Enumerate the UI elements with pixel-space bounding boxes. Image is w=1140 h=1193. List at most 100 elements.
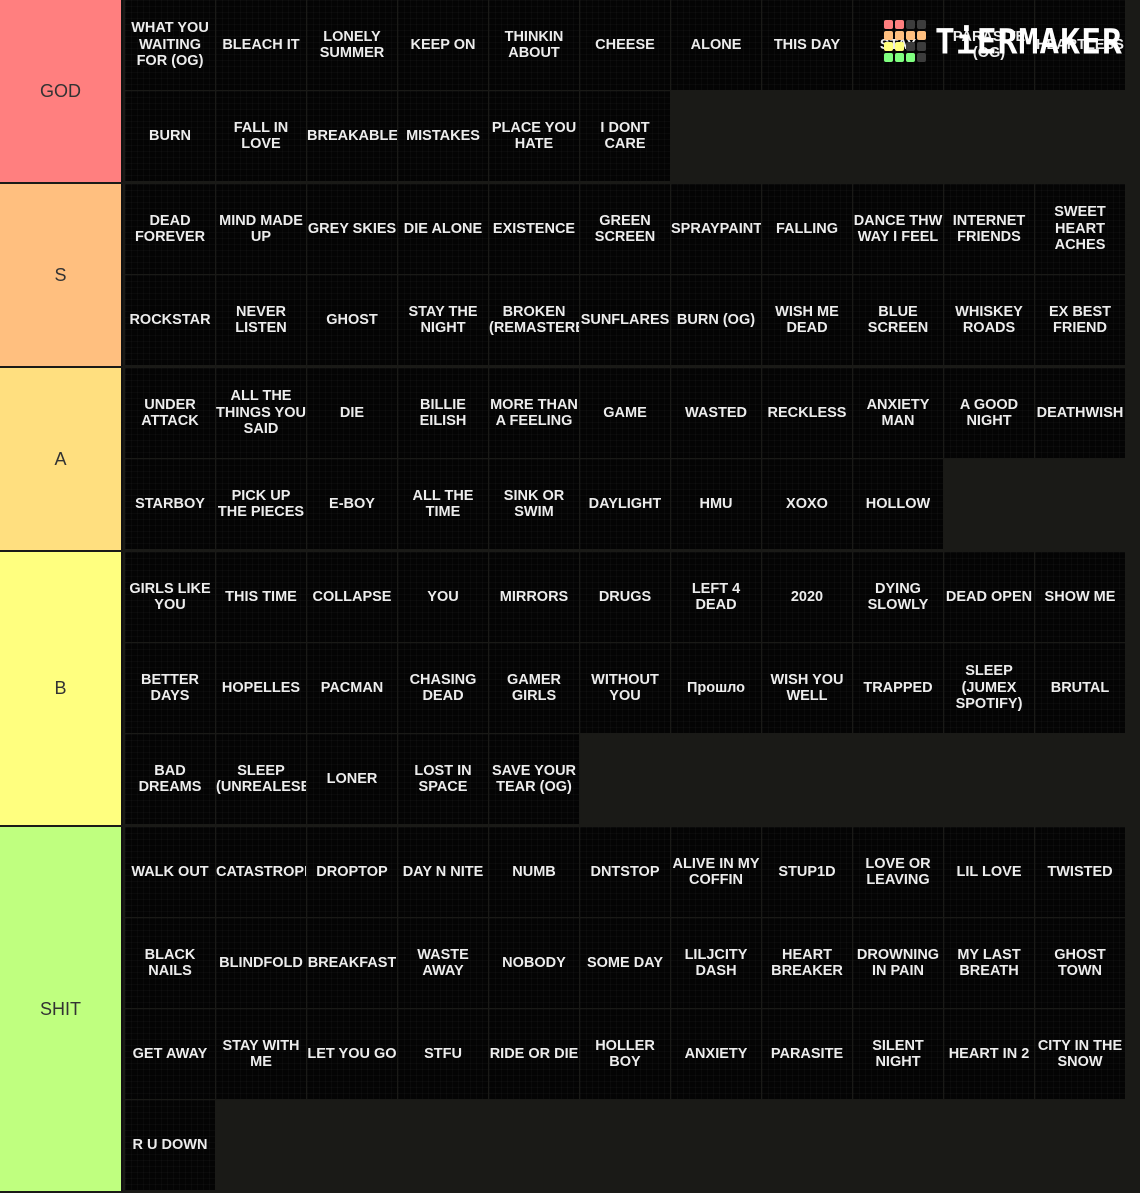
tier-item-card[interactable]: BLACK NAILS: [125, 918, 215, 1008]
tier-item-card[interactable]: THIS TIME: [216, 552, 306, 642]
tier-item-card[interactable]: ALL THE TIME: [398, 459, 488, 549]
tier-item-card[interactable]: WHAT YOU WAITING FOR (OG): [125, 0, 215, 90]
tier-item-card[interactable]: E-BOY: [307, 459, 397, 549]
tier-item-card[interactable]: BREAKFAST: [307, 918, 397, 1008]
tier-items-dropzone[interactable]: GIRLS LIKE YOU THIS TIME COLLAPSE YOU MIRROR…: [123, 552, 1140, 825]
tier-item-card[interactable]: STUP1D: [762, 827, 852, 917]
tier-item-card[interactable]: DROWNING IN PAIN: [853, 918, 943, 1008]
tier-item-card[interactable]: BILLIE EILISH: [398, 368, 488, 458]
tier-item-card[interactable]: SHOW ME: [1035, 552, 1125, 642]
tier-item-card[interactable]: MIND MADE UP: [216, 184, 306, 274]
tier-item-card[interactable]: PLACE YOU HATE: [489, 91, 579, 181]
tier-items-dropzone[interactable]: DEAD FOREVER MIND MADE UP GREY SKIES DIE AL…: [123, 184, 1140, 366]
tier-item-card[interactable]: WISH YOU WELL: [762, 643, 852, 733]
tier-item-card[interactable]: LOST IN SPACE: [398, 734, 488, 824]
tier-item-card[interactable]: STAY THE NIGHT: [398, 275, 488, 365]
tier-item-card[interactable]: DEAD OPEN: [944, 552, 1034, 642]
tier-item-card[interactable]: EX BEST FRIEND: [1035, 275, 1125, 365]
tier-item-card[interactable]: ALIVE IN MY COFFIN: [671, 827, 761, 917]
tier-item-card[interactable]: HOPELLES: [216, 643, 306, 733]
tier-item-card[interactable]: TWISTED: [1035, 827, 1125, 917]
tier-item-card[interactable]: HOLLOW: [853, 459, 943, 549]
tier-item-card[interactable]: BLINDFOLD: [216, 918, 306, 1008]
tier-item-card[interactable]: DIE ALONE: [398, 184, 488, 274]
tier-item-card[interactable]: GAMER GIRLS: [489, 643, 579, 733]
tier-item-card[interactable]: DAY N NITE: [398, 827, 488, 917]
tier-item-card[interactable]: RECKLESS: [762, 368, 852, 458]
tier-item-card[interactable]: BREAKABLE: [307, 91, 397, 181]
tier-item-card[interactable]: HEART BREAKER: [762, 918, 852, 1008]
tier-item-card[interactable]: DEATHWISH: [1035, 368, 1125, 458]
tier-item-card[interactable]: GHOST: [307, 275, 397, 365]
tier-item-card[interactable]: A GOOD NIGHT: [944, 368, 1034, 458]
tier-item-card[interactable]: MIRRORS: [489, 552, 579, 642]
tier-item-card[interactable]: SUNFLARES: [580, 275, 670, 365]
tier-item-card[interactable]: UNDER ATTACK: [125, 368, 215, 458]
tier-item-card[interactable]: NUMB: [489, 827, 579, 917]
tier-item-card[interactable]: DIE: [307, 368, 397, 458]
tier-item-card[interactable]: ALL THE THINGS YOU SAID: [216, 368, 306, 458]
tier-item-card[interactable]: NOBODY: [489, 918, 579, 1008]
tier-item-card[interactable]: GREEN SCREEN: [580, 184, 670, 274]
tier-item-card[interactable]: BLEACH IT: [216, 0, 306, 90]
tier-item-card[interactable]: CATASTROPHE: [216, 827, 306, 917]
tier-item-card[interactable]: SWEET HEART ACHES: [1035, 184, 1125, 274]
tier-item-card[interactable]: DAYLIGHT: [580, 459, 670, 549]
tier-item-card[interactable]: KEEP ON: [398, 0, 488, 90]
tier-item-card[interactable]: ALONE: [671, 0, 761, 90]
tier-item-card[interactable]: SOME DAY: [580, 918, 670, 1008]
tier-item-card[interactable]: MORE THAN A FEELING: [489, 368, 579, 458]
tier-item-card[interactable]: HEART IN 2: [944, 1009, 1034, 1099]
tier-item-card[interactable]: WASTE AWAY: [398, 918, 488, 1008]
tier-item-card[interactable]: BETTER DAYS: [125, 643, 215, 733]
tier-item-card[interactable]: SINK OR SWIM: [489, 459, 579, 549]
tier-item-card[interactable]: GIRLS LIKE YOU: [125, 552, 215, 642]
tier-item-card[interactable]: THINKIN ABOUT: [489, 0, 579, 90]
tier-item-card[interactable]: STAY WITH ME: [216, 1009, 306, 1099]
tier-item-card[interactable]: BURN (OG): [671, 275, 761, 365]
tier-item-card[interactable]: YOU: [398, 552, 488, 642]
tier-item-card[interactable]: EXISTENCE: [489, 184, 579, 274]
tier-item-card[interactable]: BAD DREAMS: [125, 734, 215, 824]
tier-item-card[interactable]: WHISKEY ROADS: [944, 275, 1034, 365]
tier-item-card[interactable]: NEVER LISTEN: [216, 275, 306, 365]
tier-item-card[interactable]: CHASING DEAD: [398, 643, 488, 733]
tier-item-card[interactable]: FALL IN LOVE: [216, 91, 306, 181]
tier-item-card[interactable]: HOLLER BOY: [580, 1009, 670, 1099]
tier-item-card[interactable]: DEAD FOREVER: [125, 184, 215, 274]
tier-item-card[interactable]: HMU: [671, 459, 761, 549]
tier-item-card[interactable]: STFU: [398, 1009, 488, 1099]
tier-item-card[interactable]: WALK OUT: [125, 827, 215, 917]
tier-item-card[interactable]: GREY SKIES: [307, 184, 397, 274]
tier-item-card[interactable]: SILENT NIGHT: [853, 1009, 943, 1099]
tier-item-card[interactable]: LEFT 4 DEAD: [671, 552, 761, 642]
tier-item-card[interactable]: SAVE YOUR TEAR (OG): [489, 734, 579, 824]
tier-item-card[interactable]: ANXIETY MAN: [853, 368, 943, 458]
tier-item-card[interactable]: DRUGS: [580, 552, 670, 642]
tier-item-card[interactable]: COLLAPSE: [307, 552, 397, 642]
tier-item-card[interactable]: ANXIETY: [671, 1009, 761, 1099]
tier-item-card[interactable]: WASTED: [671, 368, 761, 458]
tier-item-card[interactable]: LONELY SUMMER: [307, 0, 397, 90]
tier-item-card[interactable]: BROKEN (REMASTERED): [489, 275, 579, 365]
tier-item-card[interactable]: R U DOWN: [125, 1100, 215, 1190]
tier-item-card[interactable]: INTERNET FRIENDS: [944, 184, 1034, 274]
tier-items-dropzone[interactable]: WALK OUT CATASTROPHE DROPTOP DAY N NITE NUMB…: [123, 827, 1140, 1191]
tier-item-card[interactable]: STARBOY: [125, 459, 215, 549]
tier-item-card[interactable]: SLEEP (UNREALESED): [216, 734, 306, 824]
tier-item-card[interactable]: SPRAYPAINT: [671, 184, 761, 274]
tier-item-card[interactable]: DNTSTOP: [580, 827, 670, 917]
tier-item-card[interactable]: BRUTAL: [1035, 643, 1125, 733]
tier-item-card[interactable]: SLEEP (JUMEX SPOTIFY): [944, 643, 1034, 733]
tier-item-card[interactable]: DANCE THW WAY I FEEL: [853, 184, 943, 274]
tier-item-card[interactable]: LONER: [307, 734, 397, 824]
tier-item-card[interactable]: GET AWAY: [125, 1009, 215, 1099]
tier-item-card[interactable]: RIDE OR DIE: [489, 1009, 579, 1099]
tier-item-card[interactable]: I DONT CARE: [580, 91, 670, 181]
tier-item-card[interactable]: PICK UP THE PIECES: [216, 459, 306, 549]
tier-item-card[interactable]: Прошло: [671, 643, 761, 733]
tier-item-card[interactable]: WITHOUT YOU: [580, 643, 670, 733]
tier-item-card[interactable]: GAME: [580, 368, 670, 458]
tier-item-card[interactable]: LIL LOVE: [944, 827, 1034, 917]
tier-item-card[interactable]: LOVE OR LEAVING: [853, 827, 943, 917]
